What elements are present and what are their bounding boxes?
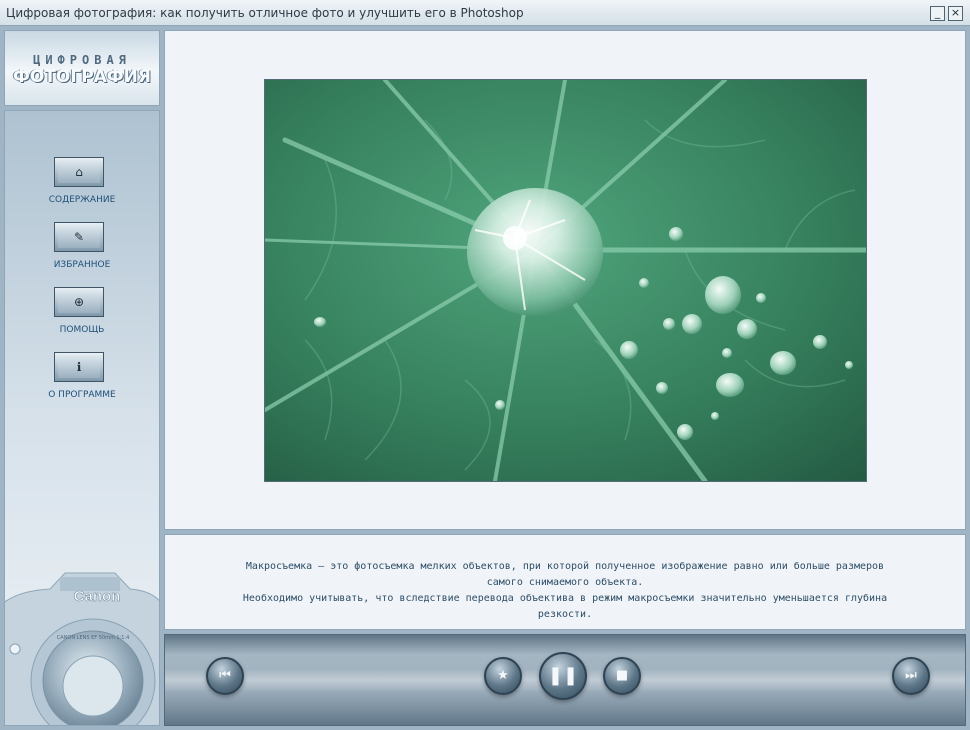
window-title: Цифровая фотография: как получить отличн… (6, 6, 524, 20)
minimize-button[interactable]: _ (930, 6, 945, 21)
caption-line: Необходимо учитывать, что вследствие пер… (242, 593, 888, 604)
stop-button[interactable]: ■ (603, 657, 641, 695)
logo-line2: ФОТОГРАФИЯ (13, 67, 151, 87)
macro-photo (264, 79, 867, 482)
star-icon: ★ (497, 668, 509, 683)
caption-line: Макросъемка — это фотосъемка мелких объе… (245, 561, 885, 572)
home-icon: ⌂ (58, 161, 100, 183)
sidebar-item-label: ПОМОЩЬ (59, 325, 105, 335)
favorite-button[interactable]: ★ (484, 657, 522, 695)
camera-illustration: Canon CANON LENS EF 50mm 1:1.4 (5, 572, 159, 725)
info-icon: ℹ (58, 356, 100, 378)
previous-button[interactable]: ⏮ (206, 657, 244, 695)
next-button[interactable]: ⏭ (892, 657, 930, 695)
sidebar-item-label: ИЗБРАННОЕ (53, 260, 111, 270)
leaf-waterdrop-image (265, 80, 866, 481)
skip-forward-icon: ⏭ (905, 668, 917, 683)
lifebuoy-icon: ⊕ (58, 291, 100, 313)
caption-text: Макросъемка — это фотосъемка мелких объе… (185, 559, 945, 623)
pause-button[interactable]: ❚❚ (539, 652, 587, 700)
close-button[interactable]: × (948, 6, 963, 21)
title-bar: Цифровая фотография: как получить отличн… (0, 0, 970, 26)
stop-icon: ■ (615, 668, 629, 683)
caption-panel: Макросъемка — это фотосъемка мелких объе… (164, 534, 966, 630)
contents-button[interactable]: ⌂ (54, 157, 104, 187)
camera-brand-text: Canon (74, 588, 121, 605)
photo-panel (164, 30, 966, 530)
caption-line: самого снимаемого объекта. (486, 577, 644, 588)
sidebar-item-label: СОДЕРЖАНИЕ (48, 195, 116, 205)
sidebar-item-label: О ПРОГРАММЕ (48, 390, 116, 400)
pause-icon: ❚❚ (547, 665, 579, 686)
favorites-button[interactable]: ✎ (54, 222, 104, 252)
wrench-icon: ✎ (58, 226, 100, 248)
logo-line1: ЦИФРОВАЯ (33, 53, 131, 67)
sidebar: ⌂ СОДЕРЖАНИЕ ✎ ИЗБРАННОЕ ⊕ ПОМОЩЬ ℹ О ПР… (4, 110, 160, 726)
logo-panel: ЦИФРОВАЯ ФОТОГРАФИЯ (4, 30, 160, 106)
skip-back-icon: ⏮ (219, 668, 231, 683)
lens-text: CANON LENS EF 50mm 1:1.4 (57, 635, 130, 641)
playback-controls: ⏮ ★ ❚❚ ■ ⏭ (164, 634, 966, 726)
help-button[interactable]: ⊕ (54, 287, 104, 317)
about-button[interactable]: ℹ (54, 352, 104, 382)
caption-line: резкости. (537, 609, 593, 620)
